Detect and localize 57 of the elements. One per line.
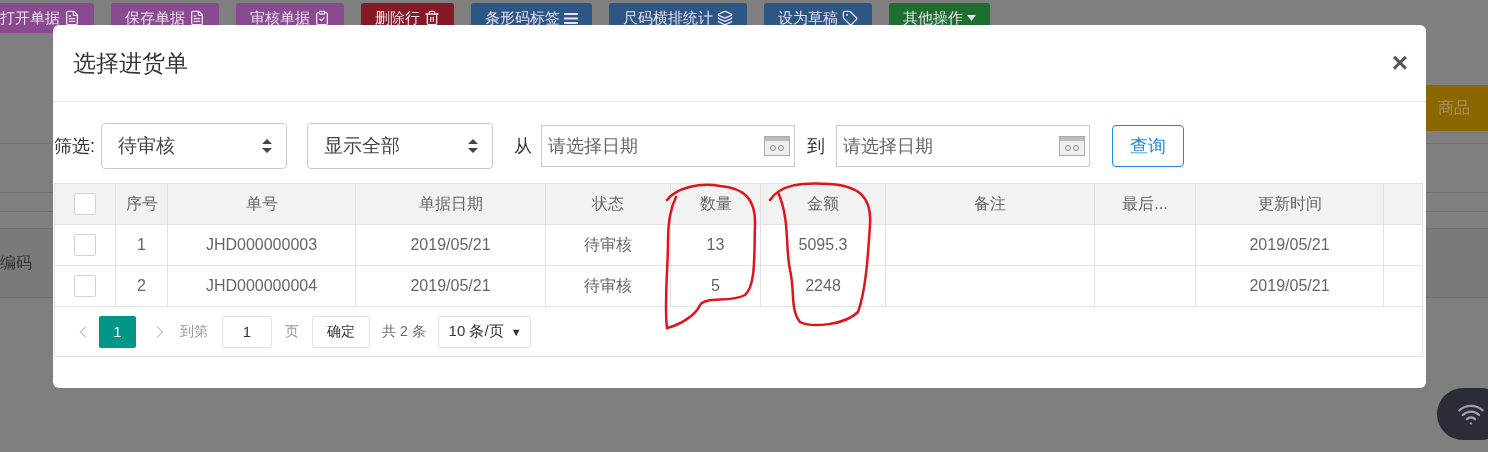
calendar-icon (1059, 136, 1085, 156)
file-icon (189, 10, 205, 26)
column-header: 状态 (546, 184, 671, 224)
column-header: 备注 (886, 184, 1095, 224)
column-header: 序号 (116, 184, 168, 224)
file-icon (64, 10, 80, 26)
filter-label: 筛选: (54, 135, 95, 158)
table-cell: 2019/05/21 (1196, 225, 1384, 265)
page-number-field[interactable]: 1 (222, 315, 272, 348)
calendar-icon (764, 136, 790, 156)
sort-arrows-icon (468, 139, 478, 153)
table-cell: 2 (116, 266, 168, 306)
select-all-checkbox[interactable] (74, 193, 96, 215)
sort-arrows-icon (262, 139, 272, 153)
from-label: 从 (514, 135, 532, 158)
tag-icon (842, 10, 858, 26)
layers-icon (717, 10, 733, 26)
dialog-title: 选择进货单 (73, 48, 188, 78)
column-header: 数量 (671, 184, 761, 224)
to-label: 到 (807, 135, 825, 158)
field-label: 编码 (0, 252, 32, 273)
table-cell: JHD000000004 (168, 266, 356, 306)
row-checkbox[interactable] (74, 234, 96, 256)
date-field[interactable]: 请选择日期 (541, 125, 795, 167)
table-cell: 待审核 (546, 266, 671, 306)
network-widget[interactable] (1437, 388, 1488, 440)
column-header: 金额 (761, 184, 886, 224)
column-header: 更新时间 (1196, 184, 1384, 224)
table-cell: JHD000000003 (168, 225, 356, 265)
date-field[interactable]: 请选择日期 (836, 125, 1090, 167)
list-icon (564, 12, 578, 24)
goto-label: 到第 (180, 322, 208, 341)
query-button[interactable]: 查询 (1112, 125, 1184, 167)
close-button[interactable]: × (1391, 47, 1408, 79)
page-size-select[interactable]: 10 条/页 ▼ (437, 315, 531, 348)
page-button[interactable]: 1 (99, 315, 136, 348)
table-cell: 5095.3 (761, 225, 886, 265)
table-cell: 2019/05/21 (356, 225, 546, 265)
column-header: 单号 (168, 184, 356, 224)
row-checkbox[interactable] (74, 275, 96, 297)
table-cell: 2019/05/21 (356, 266, 546, 306)
scope-select[interactable]: 显示全部 (307, 123, 493, 169)
page-label: 页 (285, 322, 299, 341)
column-header: 最后... (1095, 184, 1196, 224)
table-cell: 待审核 (546, 225, 671, 265)
status-select[interactable]: 待审核 (101, 123, 287, 169)
confirm-button[interactable]: 确定 (312, 315, 370, 348)
clipboard-icon (314, 10, 330, 26)
column-header: 单据日期 (356, 184, 546, 224)
trash-icon (424, 10, 440, 26)
caret-icon (967, 15, 976, 21)
total-count: 共 2 条 (382, 322, 426, 341)
table-cell: 13 (671, 225, 761, 265)
table-cell: 5 (671, 266, 761, 306)
table-cell: 1 (116, 225, 168, 265)
table-cell: 2019/05/21 (1196, 266, 1384, 306)
table-cell: 2248 (761, 266, 886, 306)
